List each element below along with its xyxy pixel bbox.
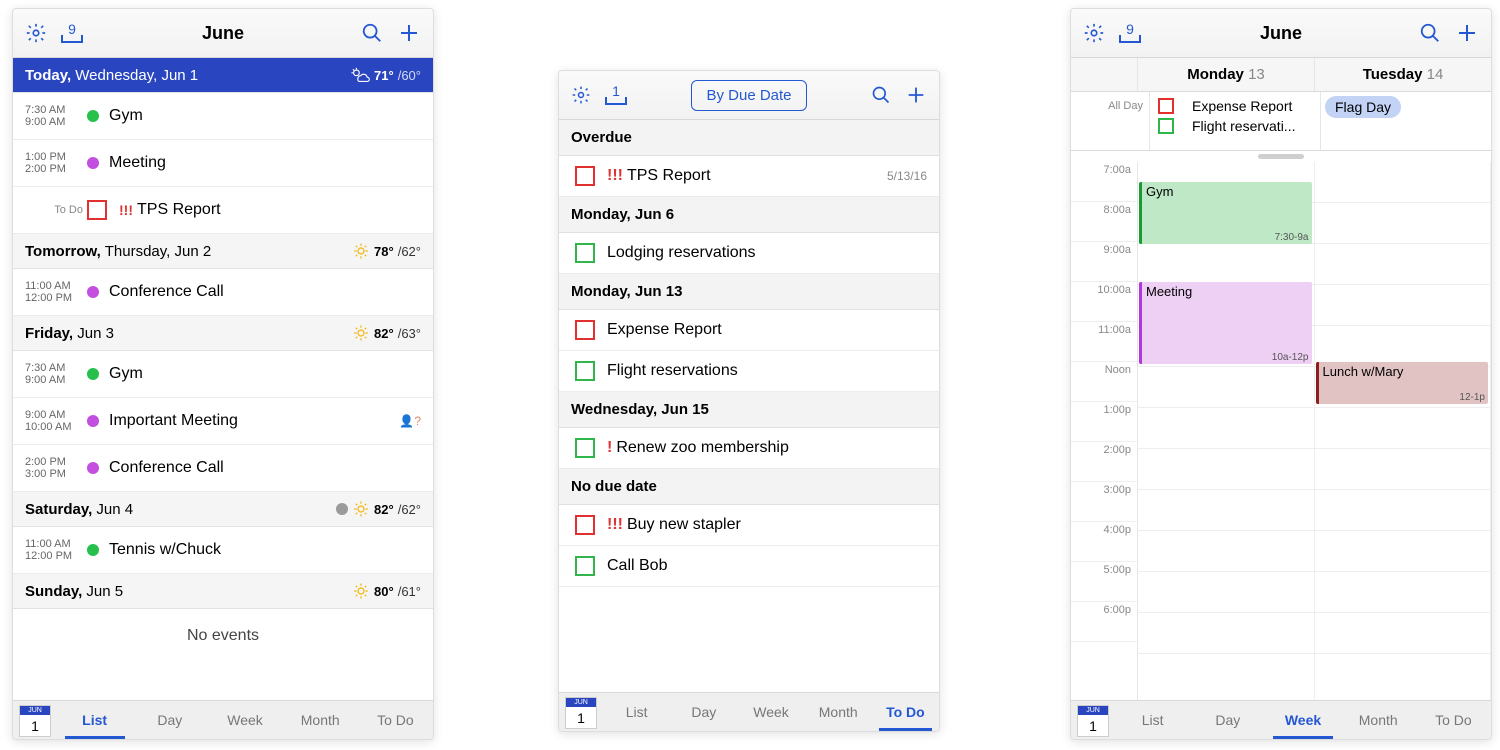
event-row[interactable]: 2:00 PM3:00 PMConference Call: [13, 445, 433, 492]
checkbox-icon[interactable]: [1158, 118, 1174, 134]
group-header: Monday, Jun 13: [559, 274, 939, 310]
allday-todo[interactable]: Flight reservati...: [1154, 116, 1316, 136]
todo-row[interactable]: Flight reservations: [559, 351, 939, 392]
checkbox-icon[interactable]: [1158, 98, 1174, 114]
tab-week[interactable]: Week: [207, 701, 282, 739]
checkbox-icon[interactable]: [575, 320, 595, 340]
no-events-label: No events: [13, 609, 433, 663]
tab-todo[interactable]: To Do: [872, 693, 939, 731]
checkbox-icon[interactable]: [575, 515, 595, 535]
todo-row[interactable]: Expense Report: [559, 310, 939, 351]
drag-handle-icon[interactable]: [1258, 154, 1304, 159]
todo-row[interactable]: Call Bob: [559, 546, 939, 587]
weekday-header[interactable]: Monday 13: [1137, 58, 1314, 91]
add-icon[interactable]: [905, 84, 927, 106]
day-header[interactable]: Tomorrow, Thursday, Jun 278°/62°: [13, 234, 433, 269]
day-header[interactable]: Saturday, Jun 4 82°/62°: [13, 492, 433, 527]
gear-icon[interactable]: [25, 22, 47, 44]
allday-todo[interactable]: Expense Report: [1154, 96, 1316, 116]
calendar-dot-icon: [87, 110, 99, 122]
gear-icon[interactable]: [571, 85, 591, 105]
weekday-header[interactable]: Tuesday 14: [1314, 58, 1491, 91]
tab-todo[interactable]: To Do: [358, 701, 433, 739]
hour-label: 10:00a: [1071, 282, 1137, 322]
inbox-icon[interactable]: 9: [1119, 24, 1141, 43]
calendar-event[interactable]: Meeting10a-12p: [1139, 282, 1312, 364]
checkbox-icon[interactable]: [575, 243, 595, 263]
event-row[interactable]: 11:00 AM12:00 PMTennis w/Chuck: [13, 527, 433, 574]
checkbox-icon[interactable]: [575, 556, 595, 576]
event-row[interactable]: 7:30 AM9:00 AMGym: [13, 93, 433, 140]
search-icon[interactable]: [871, 85, 891, 105]
add-icon[interactable]: [1455, 21, 1479, 45]
hour-label: 11:00a: [1071, 322, 1137, 362]
hour-label: 1:00p: [1071, 402, 1137, 442]
tab-list[interactable]: List: [57, 701, 132, 739]
event-row[interactable]: 1:00 PM2:00 PMMeeting: [13, 140, 433, 187]
group-header: No due date: [559, 469, 939, 505]
tab-month[interactable]: Month: [1341, 701, 1416, 739]
event-row[interactable]: 9:00 AM10:00 AMImportant Meeting👤?: [13, 398, 433, 445]
today-icon[interactable]: JUN1: [1077, 705, 1109, 737]
tab-todo[interactable]: To Do: [1416, 701, 1491, 739]
hour-label: 7:00a: [1071, 162, 1137, 202]
hour-label: 4:00p: [1071, 522, 1137, 562]
hour-label: 3:00p: [1071, 482, 1137, 522]
gear-icon[interactable]: [1083, 22, 1105, 44]
day-header[interactable]: Sunday, Jun 580°/61°: [13, 574, 433, 609]
hour-label: 8:00a: [1071, 202, 1137, 242]
group-header: Wednesday, Jun 15: [559, 392, 939, 428]
todo-row[interactable]: !!! Buy new stapler: [559, 505, 939, 546]
checkbox-icon[interactable]: [575, 166, 595, 186]
allday-label: All Day: [1071, 92, 1149, 150]
tab-list[interactable]: List: [1115, 701, 1190, 739]
checkbox-icon[interactable]: [87, 200, 107, 220]
checkbox-icon[interactable]: [575, 438, 595, 458]
calendar-dot-icon: [87, 462, 99, 474]
tab-week[interactable]: Week: [1265, 701, 1340, 739]
search-icon[interactable]: [361, 22, 383, 44]
hour-label: 6:00p: [1071, 602, 1137, 642]
todo-row[interactable]: !!! TPS Report5/13/16: [559, 156, 939, 197]
tab-day[interactable]: Day: [132, 701, 207, 739]
group-header: Overdue: [559, 120, 939, 156]
tab-month[interactable]: Month: [805, 693, 872, 731]
todo-row[interactable]: ! Renew zoo membership: [559, 428, 939, 469]
calendar-dot-icon: [87, 157, 99, 169]
tab-list[interactable]: List: [603, 693, 670, 731]
event-row[interactable]: 11:00 AM12:00 PMConference Call: [13, 269, 433, 316]
todo-row[interactable]: To Do!!!TPS Report: [13, 187, 433, 234]
inbox-icon[interactable]: 1: [605, 86, 627, 105]
tab-week[interactable]: Week: [737, 693, 804, 731]
calendar-event[interactable]: Gym7:30-9a: [1139, 182, 1312, 244]
calendar-event[interactable]: Lunch w/Mary12-1p: [1316, 362, 1489, 404]
day-header[interactable]: Friday, Jun 382°/63°: [13, 316, 433, 351]
invitee-icon: 👤?: [399, 414, 421, 428]
calendar-dot-icon: [87, 286, 99, 298]
allday-event[interactable]: Flag Day: [1325, 96, 1401, 118]
calendar-dot-icon: [87, 544, 99, 556]
hour-label: 9:00a: [1071, 242, 1137, 282]
add-icon[interactable]: [397, 21, 421, 45]
todo-row[interactable]: Lodging reservations: [559, 233, 939, 274]
hour-label: Noon: [1071, 362, 1137, 402]
sort-button[interactable]: By Due Date: [691, 80, 806, 111]
today-icon[interactable]: JUN1: [565, 697, 597, 729]
day-header[interactable]: Today, Wednesday, Jun 171°/60°: [13, 58, 433, 93]
search-icon[interactable]: [1419, 22, 1441, 44]
inbox-icon[interactable]: 9: [61, 24, 83, 43]
today-icon[interactable]: JUN1: [19, 705, 51, 737]
hour-label: 2:00p: [1071, 442, 1137, 482]
tab-month[interactable]: Month: [283, 701, 358, 739]
group-header: Monday, Jun 6: [559, 197, 939, 233]
event-row[interactable]: 7:30 AM9:00 AMGym: [13, 351, 433, 398]
tab-day[interactable]: Day: [1190, 701, 1265, 739]
hour-label: 5:00p: [1071, 562, 1137, 602]
tab-day[interactable]: Day: [670, 693, 737, 731]
calendar-dot-icon: [87, 368, 99, 380]
checkbox-icon[interactable]: [575, 361, 595, 381]
calendar-dot-icon: [87, 415, 99, 427]
